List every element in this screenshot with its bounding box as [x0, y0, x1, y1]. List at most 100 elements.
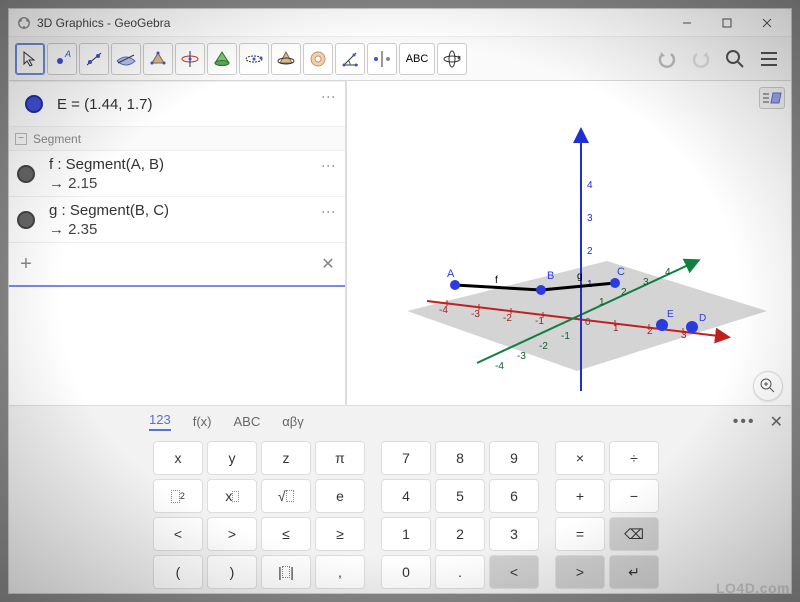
- key-2[interactable]: 2: [435, 517, 485, 551]
- key-x[interactable]: x: [153, 441, 203, 475]
- clear-input-button[interactable]: ✕: [311, 254, 345, 274]
- add-item-button[interactable]: +: [9, 253, 43, 276]
- svg-text:3: 3: [643, 277, 649, 288]
- svg-text:B: B: [547, 270, 554, 282]
- key-5[interactable]: 5: [435, 479, 485, 513]
- item-menu-icon[interactable]: ⋮: [321, 90, 337, 105]
- keyboard-more-button[interactable]: •••: [733, 413, 756, 431]
- key-comma[interactable]: ,: [315, 555, 365, 589]
- key-e[interactable]: e: [315, 479, 365, 513]
- key-right[interactable]: >: [555, 555, 605, 589]
- keyboard-close-button[interactable]: ✕: [770, 412, 783, 432]
- zoom-in-button[interactable]: [753, 371, 783, 401]
- tool-plane[interactable]: [111, 43, 141, 75]
- svg-text:2: 2: [647, 326, 653, 337]
- tool-cone[interactable]: [207, 43, 237, 75]
- key-abs[interactable]: | |: [261, 555, 311, 589]
- key-lparen[interactable]: (: [153, 555, 203, 589]
- tab-fx[interactable]: f(x): [193, 414, 212, 429]
- key-lt[interactable]: <: [153, 517, 203, 551]
- item-menu-icon[interactable]: ⋮: [321, 159, 337, 174]
- key-3[interactable]: 3: [489, 517, 539, 551]
- key-6[interactable]: 6: [489, 479, 539, 513]
- svg-text:-4: -4: [439, 305, 448, 316]
- key-pi[interactable]: π: [315, 441, 365, 475]
- tool-polygon[interactable]: [143, 43, 173, 75]
- key-div[interactable]: ÷: [609, 441, 659, 475]
- key-minus[interactable]: −: [609, 479, 659, 513]
- menu-button[interactable]: [753, 43, 785, 75]
- svg-text:-1: -1: [561, 331, 570, 342]
- key-ge[interactable]: ≥: [315, 517, 365, 551]
- tab-abc[interactable]: ABC: [233, 414, 260, 429]
- key-y[interactable]: y: [207, 441, 257, 475]
- tool-line[interactable]: [79, 43, 109, 75]
- svg-text:0: 0: [585, 317, 591, 328]
- key-left[interactable]: <: [489, 555, 539, 589]
- svg-text:3: 3: [587, 213, 593, 224]
- key-plus[interactable]: +: [555, 479, 605, 513]
- 3d-scene[interactable]: 4321 -4-3-2-1 123 -4-3-2-1 1234 0: [347, 81, 787, 405]
- close-button[interactable]: [747, 9, 787, 37]
- key-le[interactable]: ≤: [261, 517, 311, 551]
- app-window: 3D Graphics - GeoGebra A ABC E = (1.44, …: [8, 8, 792, 594]
- key-enter[interactable]: ↵: [609, 555, 659, 589]
- algebra-item-point[interactable]: E = (1.44, 1.7) ⋮: [9, 81, 345, 127]
- algebra-input[interactable]: [43, 243, 311, 285]
- category-label: Segment: [33, 132, 81, 146]
- key-sq[interactable]: 2: [153, 479, 203, 513]
- tool-angle[interactable]: [335, 43, 365, 75]
- tool-sphere[interactable]: [239, 43, 269, 75]
- key-gt[interactable]: >: [207, 517, 257, 551]
- item-menu-icon[interactable]: ⋮: [321, 205, 337, 220]
- svg-text:2: 2: [621, 287, 627, 298]
- algebra-item-segment-g[interactable]: g : Segment(B, C) → 2.35 ⋮: [9, 197, 345, 243]
- key-rparen[interactable]: ): [207, 555, 257, 589]
- algebra-item-segment-f[interactable]: f : Segment(A, B) → 2.15 ⋮: [9, 151, 345, 197]
- segment-value: → 2.35: [49, 221, 169, 238]
- tool-move[interactable]: [15, 43, 45, 75]
- virtual-keyboard: 123 f(x) ABC αβγ ••• ✕ x y z π 7 8 9 × ÷: [9, 405, 791, 593]
- key-eq[interactable]: =: [555, 517, 605, 551]
- tool-net[interactable]: [303, 43, 333, 75]
- graphics-3d-view[interactable]: 4321 -4-3-2-1 123 -4-3-2-1 1234 0: [347, 81, 791, 405]
- key-mul[interactable]: ×: [555, 441, 605, 475]
- stylebar-toggle[interactable]: [759, 87, 785, 109]
- tool-circle-axis[interactable]: [175, 43, 205, 75]
- key-dot[interactable]: .: [435, 555, 485, 589]
- key-9[interactable]: 9: [489, 441, 539, 475]
- key-1[interactable]: 1: [381, 517, 431, 551]
- key-z[interactable]: z: [261, 441, 311, 475]
- visibility-toggle[interactable]: [17, 165, 35, 183]
- tool-text[interactable]: ABC: [399, 43, 435, 75]
- key-backspace[interactable]: ⌫: [609, 517, 659, 551]
- visibility-toggle[interactable]: [25, 95, 43, 113]
- key-7[interactable]: 7: [381, 441, 431, 475]
- tool-intersect[interactable]: [271, 43, 301, 75]
- key-0[interactable]: 0: [381, 555, 431, 589]
- tab-123[interactable]: 123: [149, 412, 171, 431]
- key-8[interactable]: 8: [435, 441, 485, 475]
- point-definition: E = (1.44, 1.7): [57, 96, 152, 113]
- svg-text:f: f: [495, 275, 498, 286]
- tab-greek[interactable]: αβγ: [282, 414, 304, 429]
- undo-button[interactable]: [651, 43, 683, 75]
- key-pow[interactable]: x: [207, 479, 257, 513]
- search-button[interactable]: [719, 43, 751, 75]
- svg-text:C: C: [617, 266, 625, 278]
- svg-text:2: 2: [587, 246, 593, 257]
- tool-rotate-view[interactable]: [437, 43, 467, 75]
- key-sqrt[interactable]: √: [261, 479, 311, 513]
- collapse-icon[interactable]: −: [15, 133, 27, 145]
- tool-reflect[interactable]: [367, 43, 397, 75]
- key-4[interactable]: 4: [381, 479, 431, 513]
- svg-text:-2: -2: [503, 313, 512, 324]
- category-header[interactable]: − Segment: [9, 127, 345, 151]
- maximize-button[interactable]: [707, 9, 747, 37]
- algebra-view: E = (1.44, 1.7) ⋮ − Segment f : Segment(…: [9, 81, 347, 405]
- visibility-toggle[interactable]: [17, 211, 35, 229]
- tool-point[interactable]: A: [47, 43, 77, 75]
- redo-button[interactable]: [685, 43, 717, 75]
- minimize-button[interactable]: [667, 9, 707, 37]
- svg-text:1: 1: [599, 297, 605, 308]
